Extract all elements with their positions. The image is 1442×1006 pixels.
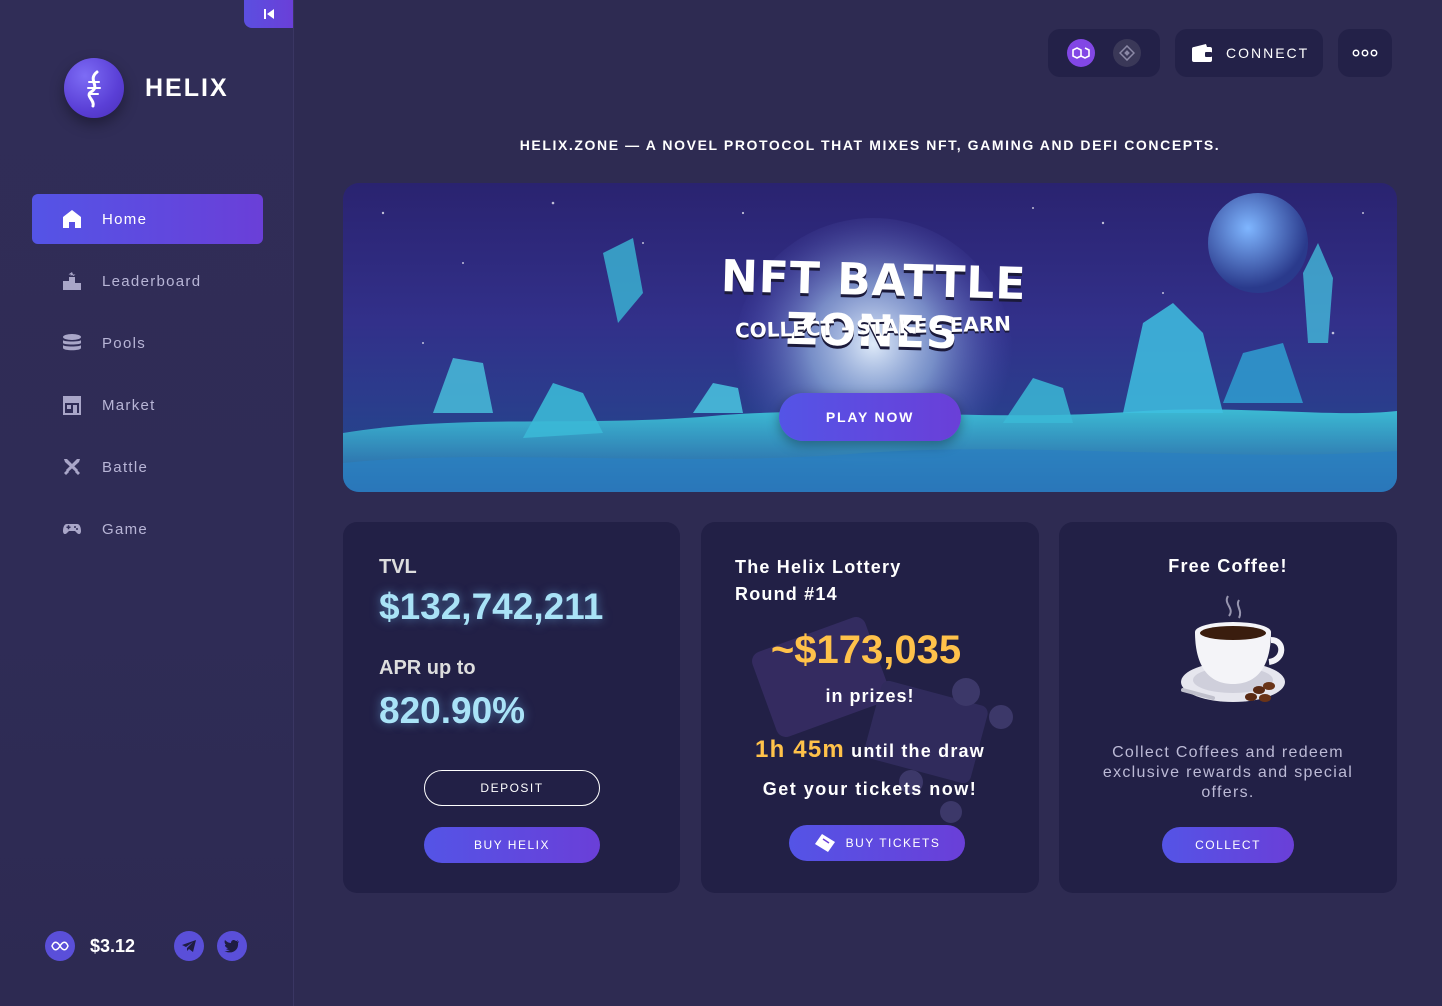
collapse-sidebar-button[interactable]: [244, 0, 293, 28]
buy-tickets-label: BUY TICKETS: [845, 836, 941, 850]
more-menu-button[interactable]: [1338, 29, 1392, 77]
sidebar-item-label: Game: [102, 520, 149, 538]
sidebar-item-label: Pools: [102, 334, 147, 352]
helix-logo-icon: [64, 58, 124, 118]
coffee-title: Free Coffee!: [1168, 556, 1288, 576]
lottery-card: The Helix Lottery Round #14 ~$173,035 in…: [701, 522, 1039, 893]
sidebar-item-game[interactable]: Game: [32, 504, 263, 554]
hero-banner: NFT BATTLE ZONES COLLECT - STAKE - EARN …: [343, 183, 1397, 492]
helix-token-icon: [45, 931, 75, 961]
sidebar-item-pools[interactable]: Pools: [32, 318, 263, 368]
tvl-value: $132,742,211: [379, 586, 604, 627]
coffee-description: Collect Coffees and redeem exclusive rew…: [1102, 744, 1354, 801]
lottery-title-line1: The Helix Lottery: [735, 557, 902, 577]
connect-label: CONNECT: [1226, 45, 1310, 61]
banner-title: NFT BATTLE ZONES: [720, 251, 1028, 360]
app-name: HELIX: [145, 73, 229, 102]
leaderboard-icon: [62, 271, 82, 291]
logo[interactable]: HELIX: [64, 58, 229, 118]
wallet-icon: [1192, 44, 1212, 62]
tvl-card: TVL $132,742,211 APR up to 820.90% DEPOS…: [343, 522, 680, 893]
sidebar: HELIX Home Leaderboard Pools Market Batt…: [0, 0, 294, 1006]
crossed-swords-icon: [62, 457, 82, 477]
coffee-cup-icon: [1181, 595, 1285, 702]
sidebar-item-home[interactable]: Home: [32, 194, 263, 244]
lottery-countdown: 1h 45m until the draw: [701, 736, 1039, 764]
gamepad-icon: [62, 519, 82, 539]
tvl-label: TVL: [379, 556, 417, 578]
market-store-icon: [62, 395, 82, 415]
coffee-card: Free Coffee! Collect Coffees and redeem …: [1059, 522, 1397, 893]
connect-wallet-button[interactable]: CONNECT: [1175, 29, 1323, 77]
chain-selector[interactable]: [1048, 29, 1160, 77]
sidebar-item-label: Leaderboard: [102, 272, 202, 290]
sidebar-footer: $3.12: [45, 931, 248, 961]
twitter-icon[interactable]: [217, 931, 248, 961]
polygon-icon[interactable]: [1067, 39, 1095, 67]
countdown-suffix: until the draw: [851, 741, 985, 761]
lottery-title: The Helix Lottery Round #14: [735, 554, 901, 608]
coins-stack-icon: [62, 333, 82, 353]
deposit-button[interactable]: DEPOSIT: [424, 770, 600, 806]
bnb-icon[interactable]: [1113, 39, 1141, 67]
sidebar-item-label: Battle: [102, 458, 149, 476]
tagline: HELIX.ZONE — A NOVEL PROTOCOL THAT MIXES…: [519, 137, 1221, 153]
countdown-value: 1h 45m: [755, 736, 845, 763]
sidebar-nav: Home Leaderboard Pools Market Battle Gam…: [32, 194, 263, 566]
lottery-prizes-text: in prizes!: [825, 686, 915, 706]
buy-tickets-button[interactable]: BUY TICKETS: [789, 825, 965, 861]
apr-value: 820.90%: [379, 690, 526, 731]
token-price: $3.12: [90, 935, 136, 956]
ticket-icon: [814, 834, 835, 852]
lottery-cta-text: Get your tickets now!: [762, 779, 978, 799]
lottery-prize-amount: ~$173,035: [770, 628, 962, 672]
sidebar-item-battle[interactable]: Battle: [32, 442, 263, 492]
home-icon: [62, 209, 82, 229]
apr-label: APR up to: [379, 657, 476, 679]
play-now-button[interactable]: PLAY NOW: [779, 393, 961, 441]
sidebar-item-market[interactable]: Market: [32, 380, 263, 430]
more-dots-icon: [1352, 49, 1378, 57]
sidebar-item-leaderboard[interactable]: Leaderboard: [32, 256, 263, 306]
sidebar-item-label: Home: [102, 210, 148, 228]
collect-button[interactable]: COLLECT: [1162, 827, 1294, 863]
telegram-icon[interactable]: [174, 931, 205, 961]
sidebar-item-label: Market: [102, 396, 156, 414]
collapse-left-icon: [263, 9, 274, 19]
buy-helix-button[interactable]: BUY HELIX: [424, 827, 600, 863]
lottery-round: Round #14: [735, 584, 838, 604]
